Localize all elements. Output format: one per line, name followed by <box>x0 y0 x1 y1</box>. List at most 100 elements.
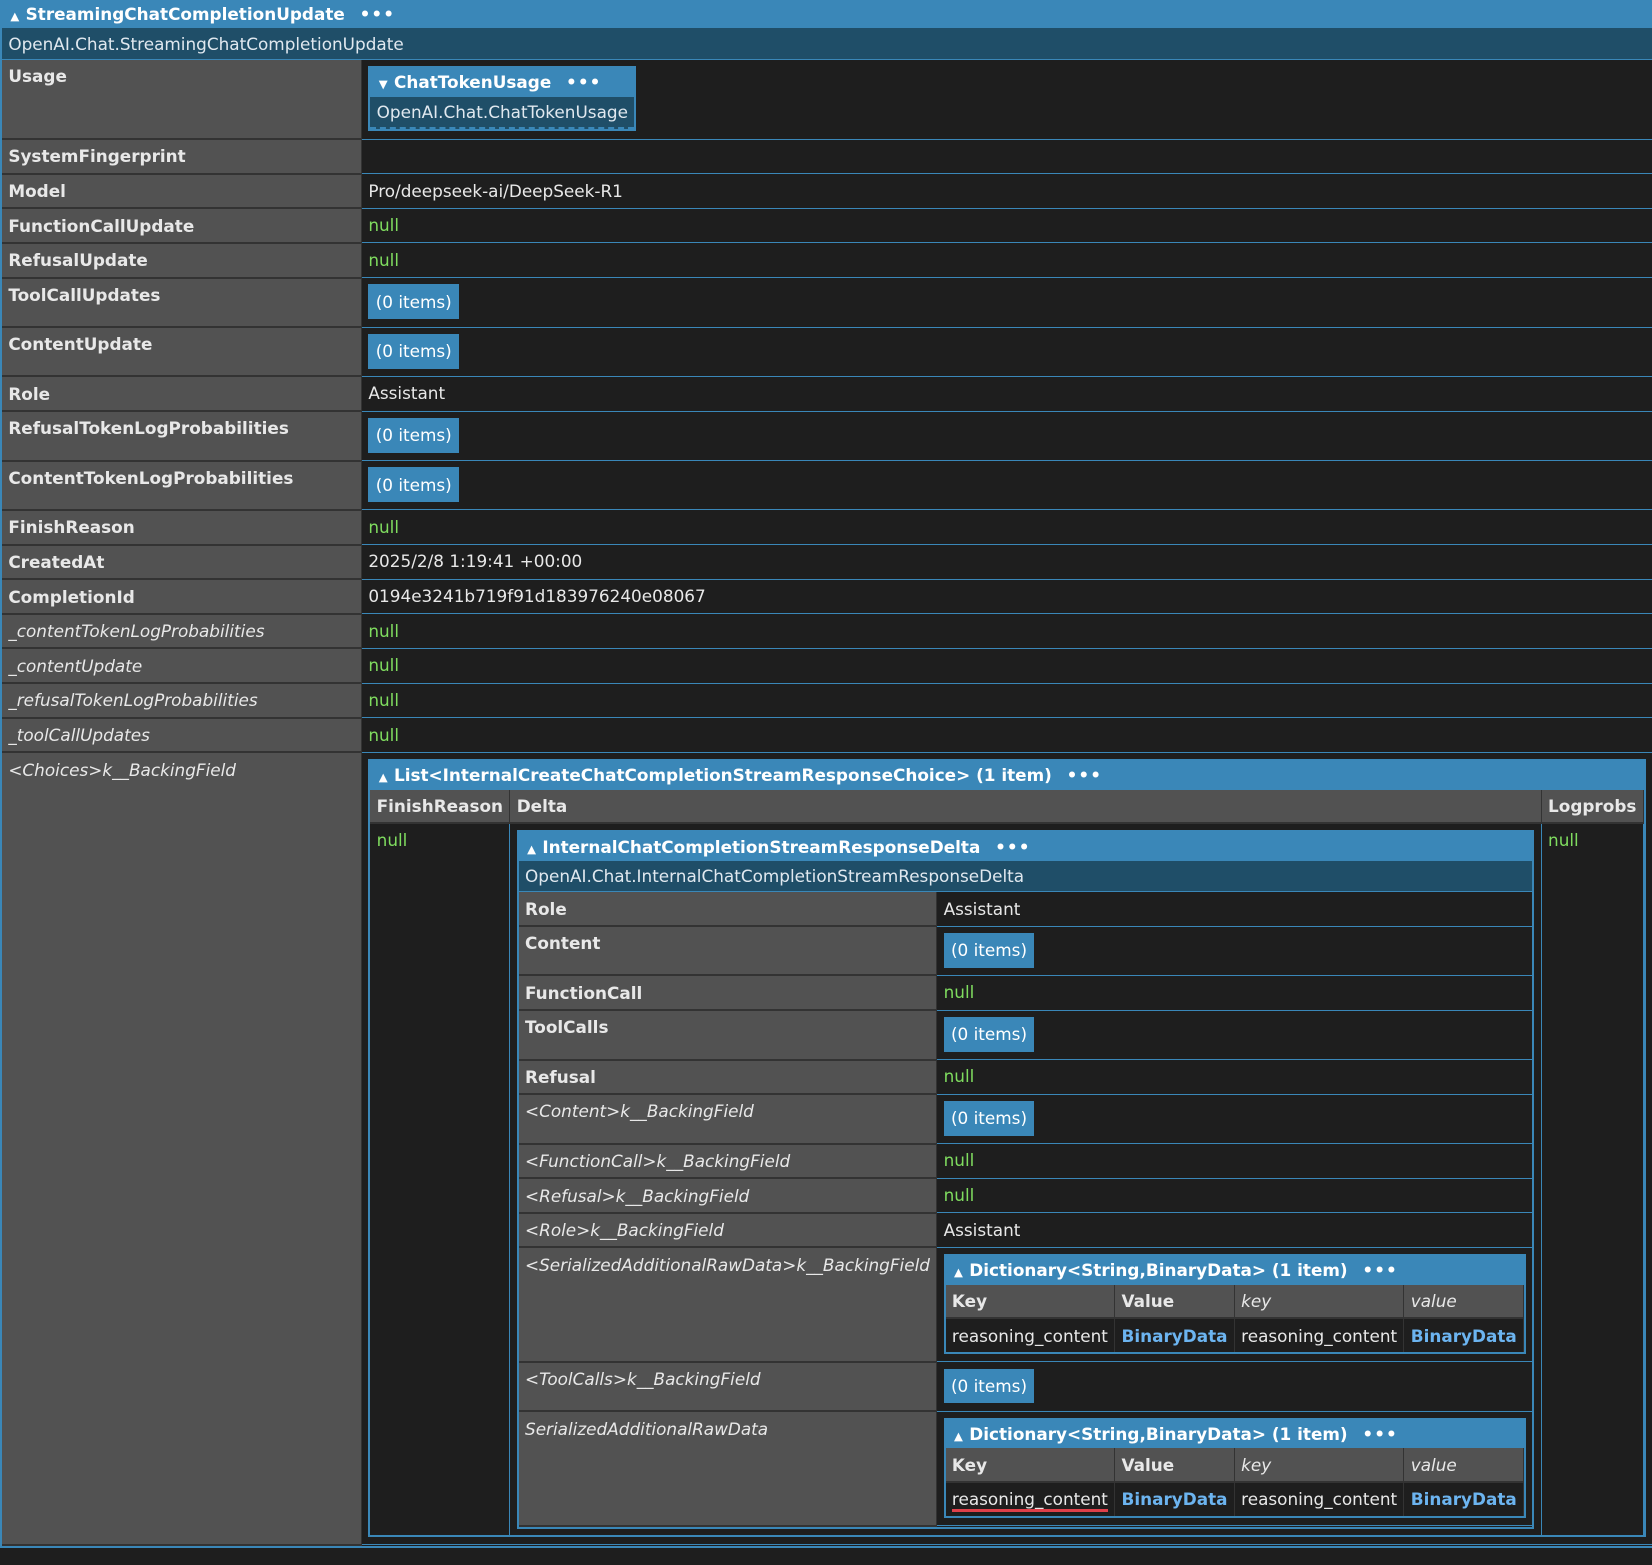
property-name: <Role>k__BackingField <box>518 1212 937 1249</box>
column-header[interactable]: Value <box>1114 1448 1235 1484</box>
empty-collection-button[interactable]: (0 items) <box>368 284 460 320</box>
property-name: CreatedAt <box>2 544 362 581</box>
property-value: null <box>936 1178 1533 1214</box>
column-header[interactable]: Key <box>945 1448 1116 1484</box>
ellipsis-menu-icon[interactable]: ••• <box>566 72 601 92</box>
column-header[interactable]: FinishReason <box>370 789 511 825</box>
property-row: SerializedAdditionalRawData ▲ Dictionary<S… <box>518 1411 1533 1527</box>
table-cell[interactable]: BinaryData <box>1114 1318 1235 1352</box>
property-name: Usage <box>2 59 362 141</box>
property-name: ToolCallUpdates <box>2 277 362 328</box>
object-title: StreamingChatCompletionUpdate <box>25 4 345 25</box>
ellipsis-menu-icon[interactable]: ••• <box>1362 1424 1397 1444</box>
column-header[interactable]: Logprobs <box>1541 789 1644 825</box>
dump-root: ▲ StreamingChatCompletionUpdate ••• OpenAI.… <box>0 0 1652 1548</box>
property-name: Model <box>2 173 362 210</box>
nested-object: ▲ InternalChatCompletionStreamResponseDel… <box>516 830 1535 1529</box>
property-row: Refusal null <box>518 1059 1533 1096</box>
property-value: null <box>361 648 1652 684</box>
binarydata-link[interactable]: BinaryData <box>1411 1326 1517 1346</box>
ellipsis-menu-icon[interactable]: ••• <box>1362 1260 1397 1280</box>
table-cell[interactable]: BinaryData <box>1403 1318 1525 1352</box>
property-name: <Content>k__BackingField <box>518 1094 937 1145</box>
object-header[interactable]: ▲ Dictionary<String,BinaryData> (1 item) •… <box>945 1420 1525 1449</box>
property-row: Model Pro/deepseek-ai/DeepSeek-R1 <box>2 173 1652 210</box>
property-name: Role <box>518 892 937 928</box>
column-header[interactable]: key <box>1234 1284 1405 1320</box>
binarydata-link[interactable]: BinaryData <box>1122 1489 1228 1509</box>
property-row: FunctionCall null <box>518 975 1533 1012</box>
key-text: reasoning_content <box>951 1325 1108 1346</box>
table-cell[interactable]: BinaryData <box>1403 1482 1525 1516</box>
object-title: List<InternalCreateChatCompletionStreamR… <box>393 765 1052 786</box>
triangle-up-icon[interactable]: ▲ <box>379 770 388 784</box>
property-name: <ToolCalls>k__BackingField <box>518 1361 937 1413</box>
object-header[interactable]: ▲ StreamingChatCompletionUpdate ••• <box>2 0 1652 29</box>
table-cell[interactable]: BinaryData <box>1114 1482 1235 1516</box>
table-cell: reasoning_content <box>1234 1482 1405 1516</box>
null-value: null <box>368 516 400 537</box>
dict-grid: Key Value key value reasoning_content BinaryD… <box>945 1284 1525 1352</box>
column-header[interactable]: Value <box>1114 1284 1235 1320</box>
binarydata-link[interactable]: BinaryData <box>1411 1489 1517 1509</box>
key-text: reasoning_content <box>1241 1325 1398 1346</box>
property-value: null <box>361 683 1652 719</box>
column-header[interactable]: Delta <box>509 789 1542 825</box>
column-header[interactable]: value <box>1403 1448 1525 1484</box>
property-name: <FunctionCall>k__BackingField <box>518 1143 937 1180</box>
property-row: _refusalTokenLogProbabilities null <box>2 683 1652 719</box>
property-row: ContentTokenLogProbabilities (0 items) <box>2 460 1652 511</box>
triangle-up-icon[interactable]: ▲ <box>954 1265 963 1279</box>
empty-collection-button[interactable]: (0 items) <box>943 1100 1035 1136</box>
property-name: RefusalUpdate <box>2 242 362 279</box>
property-name: _contentTokenLogProbabilities <box>2 613 362 650</box>
property-row: _toolCallUpdates null <box>2 717 1652 754</box>
object-header[interactable]: ▼ ChatTokenUsage ••• <box>370 68 635 97</box>
property-row: ToolCallUpdates (0 items) <box>2 277 1652 328</box>
object-header[interactable]: ▲ List<InternalCreateChatCompletionStream… <box>370 761 1644 790</box>
table-cell: reasoning_content <box>945 1482 1116 1516</box>
empty-collection-button[interactable]: (0 items) <box>368 333 460 369</box>
property-row: CompletionId 0194e3241b719f91d183976240e0… <box>2 579 1652 615</box>
value-text: Assistant <box>943 1219 1021 1240</box>
column-header[interactable]: key <box>1234 1448 1405 1484</box>
column-header[interactable]: Key <box>945 1284 1116 1320</box>
column-header[interactable]: value <box>1403 1284 1525 1320</box>
header-row: Key Value key value <box>945 1448 1525 1484</box>
key-text: reasoning_content <box>1241 1489 1398 1510</box>
binarydata-link[interactable]: BinaryData <box>1122 1326 1228 1346</box>
empty-collection-button[interactable]: (0 items) <box>943 1368 1035 1404</box>
property-value: null <box>361 717 1652 753</box>
empty-collection-button[interactable]: (0 items) <box>943 1016 1035 1052</box>
property-value: (0 items) <box>361 460 1652 511</box>
property-row: Role Assistant <box>2 376 1652 413</box>
property-name: FunctionCallUpdate <box>2 208 362 244</box>
empty-collection-button[interactable]: (0 items) <box>368 467 460 503</box>
empty-collection-button[interactable]: (0 items) <box>943 932 1035 968</box>
null-value: null <box>368 620 400 641</box>
table-row: reasoning_content BinaryData reasoning_con… <box>945 1482 1525 1516</box>
triangle-up-icon[interactable]: ▲ <box>527 842 536 856</box>
root-object: ▲ StreamingChatCompletionUpdate ••• OpenAI.… <box>0 0 1652 1548</box>
empty-collection-button[interactable]: (0 items) <box>368 417 460 453</box>
ellipsis-menu-icon[interactable]: ••• <box>995 837 1030 857</box>
property-row: ContentUpdate (0 items) <box>2 327 1652 378</box>
dictionary-table: ▲ Dictionary<String,BinaryData> (1 item) •… <box>943 1254 1527 1354</box>
property-value: ▼ ChatTokenUsage ••• OpenAI.Chat.ChatTokenU… <box>361 59 1652 140</box>
triangle-up-icon[interactable]: ▲ <box>10 9 19 23</box>
property-value: (0 items) <box>936 1010 1533 1061</box>
property-row: <Refusal>k__BackingField null <box>518 1178 1533 1214</box>
triangle-down-icon[interactable]: ▼ <box>379 77 388 91</box>
property-name: RefusalTokenLogProbabilities <box>2 411 362 462</box>
triangle-up-icon[interactable]: ▲ <box>954 1429 963 1443</box>
cell-delta: ▲ InternalChatCompletionStreamResponseDel… <box>509 823 1542 1535</box>
null-value: null <box>368 215 400 236</box>
property-row: FunctionCallUpdate null <box>2 208 1652 244</box>
object-header[interactable]: ▲ InternalChatCompletionStreamResponseDel… <box>518 832 1533 861</box>
property-value: ▲ List<InternalCreateChatCompletionStream… <box>361 752 1652 1546</box>
ellipsis-menu-icon[interactable]: ••• <box>360 4 395 24</box>
type-name: OpenAI.Chat.StreamingChatCompletionUpdat… <box>2 28 1652 60</box>
ellipsis-menu-icon[interactable]: ••• <box>1067 765 1102 785</box>
object-header[interactable]: ▲ Dictionary<String,BinaryData> (1 item) •… <box>945 1256 1525 1285</box>
property-row: <Choices>k__BackingField ▲ List<InternalCr… <box>2 752 1652 1546</box>
